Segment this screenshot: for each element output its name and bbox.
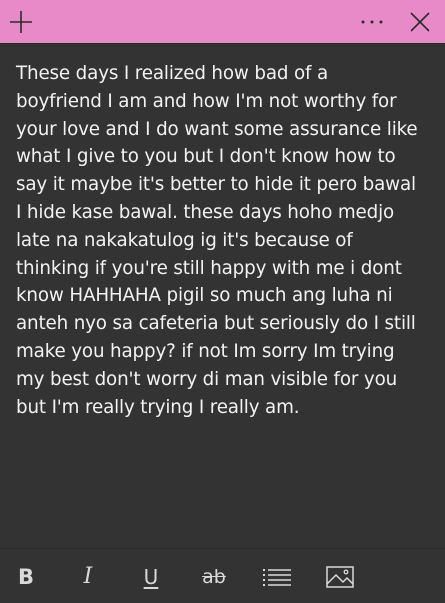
image-icon bbox=[326, 565, 354, 588]
more-horizontal-icon bbox=[361, 20, 383, 24]
sticky-note-window: These days I realized how bad of a boyfr… bbox=[0, 0, 445, 603]
insert-image-button[interactable] bbox=[318, 549, 362, 603]
menu-button[interactable] bbox=[352, 0, 392, 44]
bullet-list-icon bbox=[263, 568, 291, 586]
bold-button[interactable]: B bbox=[4, 549, 48, 603]
underline-button[interactable]: U bbox=[129, 549, 173, 603]
close-icon bbox=[410, 12, 430, 32]
formatting-toolbar: B I U ab bbox=[0, 548, 445, 603]
bullet-list-button[interactable] bbox=[255, 549, 299, 603]
note-titlebar[interactable] bbox=[0, 0, 445, 44]
italic-button[interactable]: I bbox=[66, 549, 110, 603]
new-note-button[interactable] bbox=[0, 0, 42, 44]
strikethrough-button[interactable]: ab bbox=[192, 549, 236, 603]
note-text-area[interactable]: These days I realized how bad of a boyfr… bbox=[16, 60, 430, 530]
close-button[interactable] bbox=[398, 0, 442, 44]
plus-icon bbox=[10, 11, 32, 33]
